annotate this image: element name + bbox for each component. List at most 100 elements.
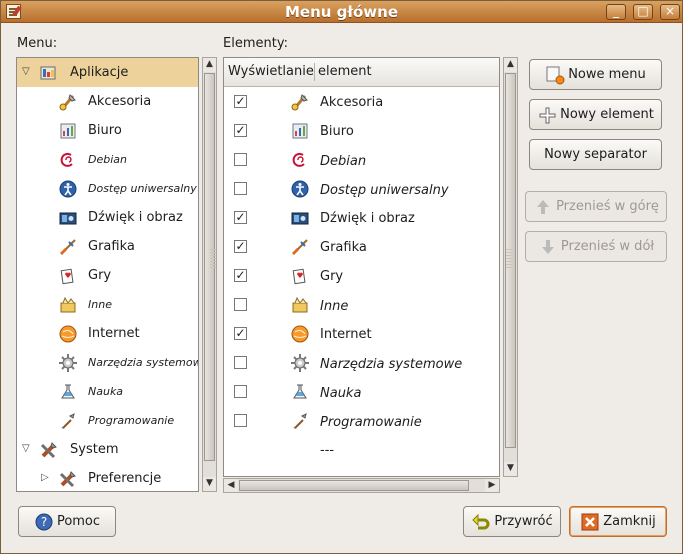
element-label: --- bbox=[320, 443, 335, 458]
tree-item-label: Nauka bbox=[88, 385, 124, 398]
collapse-arrow-icon[interactable]: ▽ bbox=[22, 67, 32, 77]
tree-item[interactable]: Inne bbox=[17, 290, 198, 319]
move-down-button[interactable]: Przenieś w dół bbox=[525, 231, 667, 262]
close-button[interactable]: Zamknij bbox=[569, 506, 667, 537]
move-up-button[interactable]: Przenieś w górę bbox=[525, 191, 667, 222]
element-row[interactable]: Debian bbox=[224, 146, 499, 175]
games-icon bbox=[58, 266, 78, 286]
element-label: Gry bbox=[320, 269, 344, 284]
horizontal-scroll-thumb[interactable] bbox=[239, 480, 469, 491]
element-row[interactable]: Narzędzia systemowe bbox=[224, 349, 499, 378]
elements-horizontal-scrollbar[interactable]: ◀ ▶ bbox=[223, 478, 500, 493]
pane-resize-handle[interactable] bbox=[210, 249, 216, 269]
tree-item[interactable]: Nauka bbox=[17, 377, 198, 406]
elements-scroll-down-icon[interactable]: ▼ bbox=[504, 462, 517, 476]
tree-item[interactable]: Dźwięk i obraz bbox=[17, 203, 198, 232]
element-row[interactable]: Dostęp uniwersalny bbox=[224, 175, 499, 204]
element-column-header[interactable]: element bbox=[318, 64, 372, 79]
display-checkbox[interactable]: ✓ bbox=[234, 240, 247, 253]
element-row[interactable]: ✓ Gry bbox=[224, 262, 499, 291]
maximize-button[interactable]: □ bbox=[633, 4, 653, 20]
element-label: Nauka bbox=[320, 386, 362, 401]
tree-item-label: Narzędzia systemowe bbox=[88, 356, 199, 369]
new-element-button[interactable]: Nowy element bbox=[529, 99, 662, 130]
tree-item-label: Preferencje bbox=[88, 471, 162, 486]
display-checkbox[interactable]: ✓ bbox=[234, 327, 247, 340]
title-bar[interactable]: Menu główne _ □ × bbox=[1, 1, 682, 23]
scroll-right-icon[interactable]: ▶ bbox=[485, 479, 499, 492]
element-row[interactable]: Inne bbox=[224, 291, 499, 320]
display-checkbox[interactable] bbox=[234, 182, 247, 195]
tree-item[interactable]: ▽ Aplikacje bbox=[17, 58, 198, 87]
tree-item[interactable]: Internet bbox=[17, 319, 198, 348]
display-checkbox[interactable] bbox=[234, 385, 247, 398]
element-row[interactable]: ✓ Akcesoria bbox=[224, 88, 499, 117]
new-menu-label: Nowe menu bbox=[568, 67, 646, 82]
menu-tree-scrollbar[interactable]: ▲ ▼ bbox=[202, 57, 217, 492]
menu-tree[interactable]: ▽ Aplikacje Akcesoria Biuro Debian Dostęp uni… bbox=[16, 57, 199, 492]
element-label: Programowanie bbox=[320, 415, 422, 430]
expand-arrow-icon[interactable]: ▷ bbox=[41, 473, 51, 483]
element-row[interactable]: ✓ Grafika bbox=[224, 233, 499, 262]
element-row[interactable]: ✓ Dźwięk i obraz bbox=[224, 204, 499, 233]
debian-icon bbox=[290, 150, 310, 170]
close-window-button[interactable]: × bbox=[660, 4, 680, 20]
display-checkbox[interactable]: ✓ bbox=[234, 211, 247, 224]
elements-label: Elementy: bbox=[223, 36, 288, 51]
move-down-label: Przenieś w dół bbox=[560, 239, 655, 254]
element-row[interactable]: Programowanie bbox=[224, 407, 499, 436]
scroll-left-icon[interactable]: ◀ bbox=[224, 479, 238, 492]
elements-scroll-up-icon[interactable]: ▲ bbox=[504, 58, 517, 72]
tree-item[interactable]: ▽ System bbox=[17, 435, 198, 464]
tree-item-label: Inne bbox=[88, 298, 112, 311]
preferences-icon bbox=[58, 469, 78, 489]
display-checkbox[interactable] bbox=[234, 414, 247, 427]
tree-item[interactable]: Biuro bbox=[17, 116, 198, 145]
collapse-arrow-icon[interactable]: ▽ bbox=[22, 444, 32, 454]
new-menu-button[interactable]: Nowe menu bbox=[529, 59, 662, 90]
programming-icon bbox=[58, 411, 78, 431]
accessories-icon bbox=[58, 92, 78, 112]
element-row[interactable]: ✓ Biuro bbox=[224, 117, 499, 146]
internet-icon bbox=[58, 324, 78, 344]
scroll-down-icon[interactable]: ▼ bbox=[203, 477, 216, 491]
tree-item[interactable]: Grafika bbox=[17, 232, 198, 261]
tree-item-label: Programowanie bbox=[88, 414, 175, 427]
display-column-header[interactable]: Wyświetlanie bbox=[228, 64, 314, 79]
move-up-label: Przenieś w górę bbox=[556, 199, 659, 214]
help-button[interactable]: ? Pomoc bbox=[18, 506, 116, 537]
multimedia-icon bbox=[290, 208, 310, 228]
tree-item[interactable]: Debian bbox=[17, 145, 198, 174]
tree-item[interactable]: Akcesoria bbox=[17, 87, 198, 116]
tree-item[interactable]: Narzędzia systemowe bbox=[17, 348, 199, 377]
display-checkbox[interactable] bbox=[234, 298, 247, 311]
science-icon bbox=[290, 382, 310, 402]
tree-item[interactable]: Programowanie bbox=[17, 406, 198, 435]
applications-icon bbox=[39, 63, 59, 83]
restore-button[interactable]: Przywróć bbox=[463, 506, 561, 537]
debian-icon bbox=[58, 150, 78, 170]
element-row[interactable]: ✓ Internet bbox=[224, 320, 499, 349]
display-checkbox[interactable]: ✓ bbox=[234, 124, 247, 137]
elements-list[interactable]: Wyświetlanie element ✓ Akcesoria ✓ Biuro Deb… bbox=[223, 57, 500, 477]
tree-item[interactable]: Gry bbox=[17, 261, 198, 290]
tree-item[interactable]: Dostęp uniwersalny bbox=[17, 174, 198, 203]
display-checkbox[interactable]: ✓ bbox=[234, 95, 247, 108]
display-checkbox[interactable] bbox=[234, 356, 247, 369]
display-checkbox[interactable]: ✓ bbox=[234, 269, 247, 282]
scroll-up-icon[interactable]: ▲ bbox=[203, 58, 216, 72]
new-separator-button[interactable]: Nowy separator bbox=[529, 139, 662, 170]
internet-icon bbox=[290, 324, 310, 344]
element-row[interactable]: Nauka bbox=[224, 378, 499, 407]
display-checkbox[interactable] bbox=[234, 153, 247, 166]
element-row[interactable]: --- bbox=[224, 436, 499, 465]
graphics-icon bbox=[58, 237, 78, 257]
column-separator[interactable] bbox=[314, 63, 315, 81]
tree-item-label: Grafika bbox=[88, 239, 135, 254]
tree-item[interactable]: ▷ Preferencje bbox=[17, 464, 198, 491]
button-pane-resize-handle[interactable] bbox=[506, 249, 512, 269]
minimize-button[interactable]: _ bbox=[606, 4, 626, 20]
new-separator-label: Nowy separator bbox=[544, 147, 647, 162]
svg-text:?: ? bbox=[41, 515, 47, 529]
close-icon bbox=[580, 512, 600, 532]
